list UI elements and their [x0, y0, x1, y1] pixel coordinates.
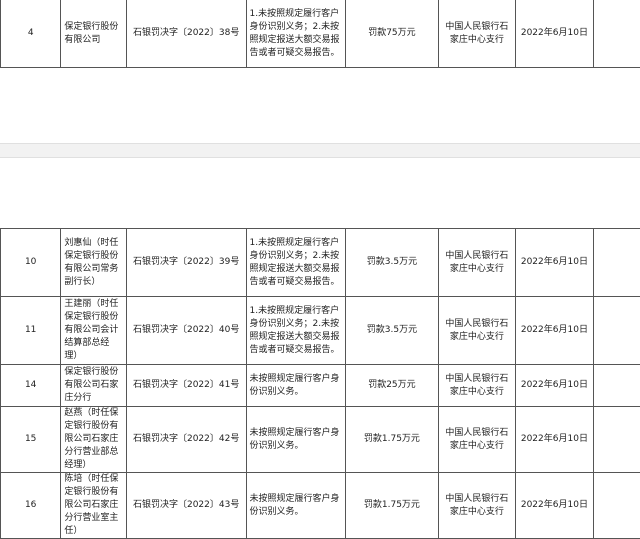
- table-row: 11 王建丽（时任保定银行股份有限公司会计结算部总经理） 石银罚决字〔2022〕…: [1, 297, 640, 365]
- authority-name: 中国人民银行石家庄中心支行: [438, 229, 515, 297]
- violation-text: 1.未按照规定履行客户身份识别义务；2.未按照规定报送大额交易报告或者可疑交易报…: [246, 0, 346, 68]
- empty-cell: [593, 0, 640, 68]
- violation-text: 未按照规定履行客户身份识别义务。: [246, 365, 346, 407]
- party-name: 保定银行股份有限公司: [61, 0, 126, 68]
- authority-name: 中国人民银行石家庄中心支行: [438, 365, 515, 407]
- decision-number: 石银罚决字〔2022〕41号: [126, 365, 246, 407]
- empty-cell: [593, 365, 640, 407]
- row-number: 4: [1, 0, 61, 68]
- empty-cell: [593, 297, 640, 365]
- party-name: 刘惠仙（时任保定银行股份有限公司常务副行长）: [61, 229, 126, 297]
- row-number: 14: [1, 365, 61, 407]
- authority-name: 中国人民银行石家庄中心支行: [438, 0, 515, 68]
- empty-cell: [593, 229, 640, 297]
- authority-name: 中国人民银行石家庄中心支行: [438, 297, 515, 365]
- row-number: 10: [1, 229, 61, 297]
- penalty-amount: 罚款3.5万元: [346, 297, 439, 365]
- penalty-amount: 罚款75万元: [346, 0, 439, 68]
- penalty-amount: 罚款25万元: [346, 365, 439, 407]
- violation-text: 1.未按照规定履行客户身份识别义务；2.未按照规定报送大额交易报告或者可疑交易报…: [246, 229, 346, 297]
- table-row: 15 赵燕（时任保定银行股份有限公司石家庄分行营业部总经理） 石银罚决字〔202…: [1, 407, 640, 473]
- decision-number: 石银罚决字〔2022〕38号: [126, 0, 246, 68]
- table-row: 10 刘惠仙（时任保定银行股份有限公司常务副行长） 石银罚决字〔2022〕39号…: [1, 229, 640, 297]
- empty-cell: [593, 407, 640, 473]
- decision-date: 2022年6月10日: [516, 407, 593, 473]
- penalty-amount: 罚款1.75万元: [346, 407, 439, 473]
- table-row: 4 保定银行股份有限公司 石银罚决字〔2022〕38号 1.未按照规定履行客户身…: [1, 0, 640, 68]
- decision-date: 2022年6月10日: [516, 297, 593, 365]
- decision-number: 石银罚决字〔2022〕42号: [126, 407, 246, 473]
- decision-number: 石银罚决字〔2022〕40号: [126, 297, 246, 365]
- authority-name: 中国人民银行石家庄中心支行: [438, 407, 515, 473]
- party-name: 赵燕（时任保定银行股份有限公司石家庄分行营业部总经理）: [61, 407, 126, 473]
- violation-text: 未按照规定履行客户身份识别义务。: [246, 407, 346, 473]
- penalty-table-top: 4 保定银行股份有限公司 石银罚决字〔2022〕38号 1.未按照规定履行客户身…: [0, 0, 640, 68]
- decision-date: 2022年6月10日: [516, 0, 593, 68]
- page-separator: [0, 143, 640, 158]
- decision-date: 2022年6月10日: [516, 365, 593, 407]
- row-number: 15: [1, 407, 61, 473]
- decision-date: 2022年6月10日: [516, 229, 593, 297]
- penalty-amount: 罚款3.5万元: [346, 229, 439, 297]
- decision-number: 石银罚决字〔2022〕39号: [126, 229, 246, 297]
- table-row: 14 保定银行股份有限公司石家庄分行 石银罚决字〔2022〕41号 未按照规定履…: [1, 365, 640, 407]
- penalty-table-bottom: 10 刘惠仙（时任保定银行股份有限公司常务副行长） 石银罚决字〔2022〕39号…: [0, 228, 640, 539]
- party-name: 王建丽（时任保定银行股份有限公司会计结算部总经理）: [61, 297, 126, 365]
- party-name: 保定银行股份有限公司石家庄分行: [61, 365, 126, 407]
- row-number: 11: [1, 297, 61, 365]
- violation-text: 1.未按照规定履行客户身份识别义务；2.未按照规定报送大额交易报告或者可疑交易报…: [246, 297, 346, 365]
